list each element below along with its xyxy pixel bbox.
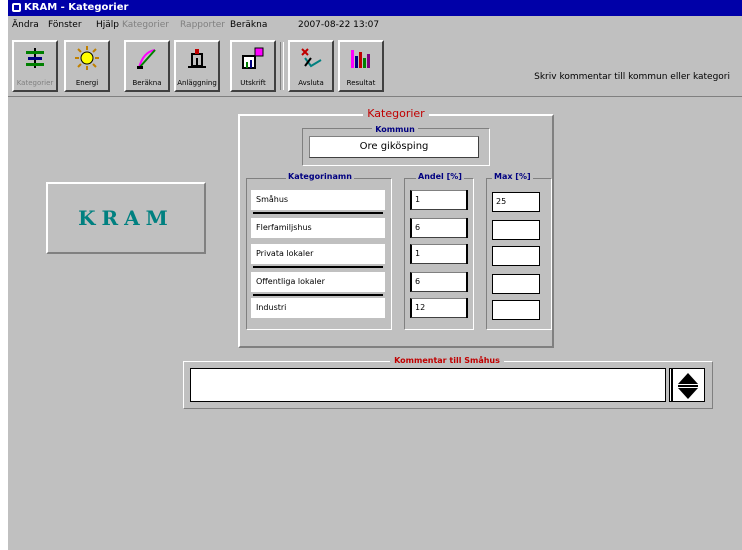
menu-kategorier: Kategorier [122, 20, 169, 30]
andel-field-2[interactable]: 6 [410, 218, 468, 238]
utskrift-label: Utskrift [240, 79, 266, 87]
kategori-row-1[interactable]: Småhus [251, 190, 385, 210]
kommun-field[interactable]: Ore gikösping [309, 136, 479, 158]
kategori-row-5[interactable]: Industri [251, 298, 385, 318]
row-divider [253, 294, 383, 296]
menu-andra[interactable]: Ändra [12, 16, 39, 34]
berakna-label: Beräkna [132, 79, 162, 87]
col-andel: Andel [%] [416, 172, 464, 181]
menu-fonster[interactable]: Fönster [48, 16, 82, 34]
energi-label: Energi [75, 79, 99, 87]
menu-hjalp[interactable]: Hjälp [96, 16, 119, 34]
menu-rapporter: Rapporter [180, 20, 225, 30]
andel-field-1[interactable]: 1 [410, 190, 468, 210]
window-title: KRAM - Kategorier [24, 2, 129, 13]
andel-field-5[interactable]: 12 [410, 298, 468, 318]
andel-field-3[interactable]: 1 [410, 244, 468, 264]
col-kategorinamn: Kategorinamn [286, 172, 354, 181]
app-window: KRAM - Kategorier Ändra Fönster Hjälp Ka… [8, 0, 742, 550]
kategori-row-4[interactable]: Offentliga lokaler [251, 272, 385, 292]
sun-icon [75, 46, 99, 70]
building-icon [188, 49, 206, 68]
avsluta-button[interactable]: Avsluta [288, 40, 334, 92]
anlaggning-button[interactable]: Anläggning [174, 40, 220, 92]
kategorier-button: Kategorier [12, 40, 58, 92]
comment-label: Kommentar till Småhus [183, 356, 711, 365]
sliders-icon [26, 48, 44, 68]
row-divider [253, 266, 383, 268]
toolbar-separator [280, 42, 284, 90]
comment-input[interactable] [190, 368, 666, 402]
bar-chart-icon [351, 50, 370, 68]
avsluta-label: Avsluta [298, 79, 324, 87]
berakna-button[interactable]: Beräkna [124, 40, 170, 92]
menu-bar: Ändra Fönster Hjälp Kategorier Rapporter… [8, 16, 742, 34]
kategori-row-3[interactable]: Privata lokaler [251, 244, 385, 264]
kommun-label: Kommun [302, 125, 488, 134]
kategorier-title: Kategorier [238, 107, 554, 120]
toolbar: Kategorier Energi Beräkna Anläggning Uts… [8, 34, 742, 97]
up-down-arrow-icon [678, 373, 698, 399]
exit-icon [301, 48, 322, 68]
row-divider [253, 212, 383, 214]
col-max: Max [%] [492, 172, 533, 181]
app-icon[interactable] [12, 3, 21, 12]
kategorier-label: Kategorier [16, 79, 54, 87]
energi-button[interactable]: Energi [64, 40, 110, 92]
max-field-1[interactable]: 25 [492, 192, 540, 212]
max-field-2[interactable] [492, 220, 540, 240]
spin-divider [671, 369, 673, 401]
max-field-5[interactable] [492, 300, 540, 320]
max-field-4[interactable] [492, 274, 540, 294]
menu-datetime: 2007-08-22 13:07 [298, 20, 380, 30]
logo-panel: KRAM [46, 182, 206, 254]
save-chart-icon [242, 47, 264, 69]
andel-field-4[interactable]: 6 [410, 272, 468, 292]
menu-berakna[interactable]: Beräkna [230, 16, 267, 34]
toolbar-hint: Skriv kommentar till kommun eller katego… [534, 72, 730, 82]
comment-scroll-button[interactable] [669, 368, 705, 402]
anlaggning-label: Anläggning [177, 79, 217, 87]
utskrift-button[interactable]: Utskrift [230, 40, 276, 92]
max-field-3[interactable] [492, 246, 540, 266]
resultat-label: Resultat [346, 79, 376, 87]
kategori-row-2[interactable]: Flerfamiljshus [251, 218, 385, 238]
resultat-button[interactable]: Resultat [338, 40, 384, 92]
title-bar: KRAM - Kategorier [8, 0, 742, 16]
compass-arc-icon [137, 49, 156, 69]
kram-logo: KRAM [78, 206, 174, 230]
